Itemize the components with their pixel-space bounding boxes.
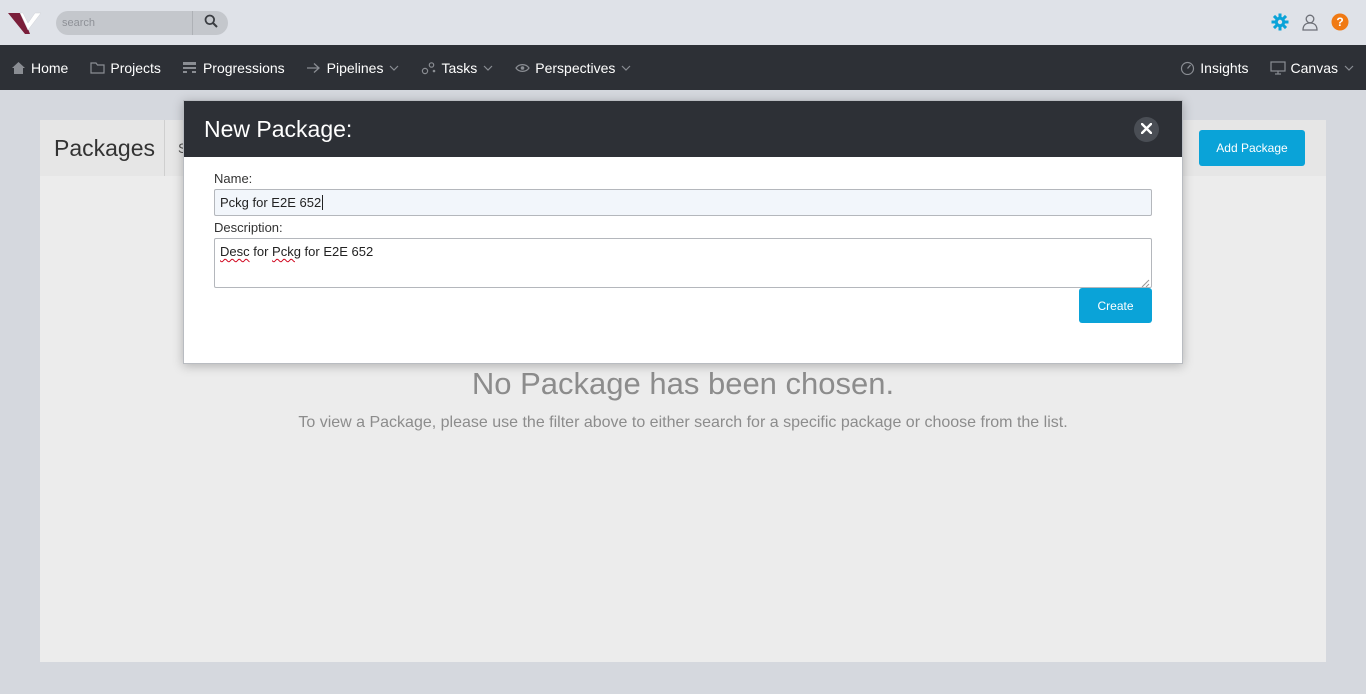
nav-tasks[interactable]: Tasks: [420, 45, 514, 90]
description-text: for E2E 652: [300, 244, 374, 259]
search-button[interactable]: [192, 11, 228, 35]
nav-perspectives-label: Perspectives: [535, 59, 616, 76]
name-label: Name:: [214, 171, 253, 186]
misspelled-word: Desc: [220, 244, 250, 259]
name-field-value: Pckg for E2E 652: [220, 195, 322, 210]
empty-state-description: To view a Package, please use the filter…: [298, 414, 1068, 431]
add-package-button[interactable]: Add Package: [1199, 130, 1305, 166]
main-nav: Home Projects Progressions Pipelines Tas…: [0, 45, 1366, 90]
search-input[interactable]: [56, 11, 192, 35]
empty-state-title: No Package has been chosen.: [471, 366, 895, 401]
nav-progressions-label: Progressions: [202, 59, 285, 76]
dialog-title: New Package:: [204, 116, 353, 142]
nav-tasks-label: Tasks: [441, 59, 478, 76]
chevron-down-icon: [1344, 63, 1354, 73]
create-button[interactable]: Create: [1079, 288, 1152, 323]
nav-canvas[interactable]: Canvas: [1249, 45, 1354, 90]
resize-handle-icon[interactable]: [1140, 276, 1150, 288]
top-bar: ?: [0, 0, 1366, 45]
close-button[interactable]: [1134, 117, 1159, 142]
description-text: for: [249, 244, 273, 259]
description-field[interactable]: Desc for Pckg for E2E 652: [214, 238, 1152, 288]
monitor-icon: [1269, 60, 1286, 76]
chevron-down-icon: [483, 63, 493, 73]
tasks-icon: [420, 60, 436, 76]
chevron-down-icon: [621, 63, 631, 73]
description-label: Description:: [214, 220, 283, 235]
new-package-dialog: New Package: Name: Pckg for E2E 652 Desc…: [183, 100, 1183, 364]
nav-home[interactable]: Home: [10, 45, 89, 90]
user-icon[interactable]: [1300, 12, 1320, 32]
arrow-right-icon: [306, 60, 322, 76]
nav-pipelines-label: Pipelines: [326, 59, 384, 76]
page-title: Packages: [54, 135, 156, 161]
header-divider: [164, 120, 165, 176]
text-caret: [322, 195, 324, 210]
misspelled-word: Pckg: [272, 244, 301, 259]
eye-icon: [514, 60, 530, 76]
progressions-icon: [182, 60, 198, 76]
nav-progressions[interactable]: Progressions: [182, 45, 306, 90]
settings-gear-icon[interactable]: [1270, 12, 1290, 32]
nav-home-label: Home: [31, 59, 69, 76]
search-box: [56, 11, 228, 35]
dialog-header: New Package:: [184, 101, 1182, 157]
nav-perspectives[interactable]: Perspectives: [514, 45, 652, 90]
help-icon[interactable]: ?: [1330, 12, 1350, 32]
nav-projects[interactable]: Projects: [89, 45, 182, 90]
app-logo[interactable]: [8, 10, 42, 36]
svg-text:?: ?: [1336, 15, 1343, 29]
gauge-icon: [1179, 60, 1195, 76]
nav-insights-label: Insights: [1200, 59, 1249, 76]
close-icon: [1140, 121, 1153, 139]
folder-icon: [89, 60, 105, 76]
chevron-down-icon: [389, 63, 399, 73]
nav-canvas-label: Canvas: [1290, 59, 1338, 76]
nav-projects-label: Projects: [110, 59, 161, 76]
home-icon: [10, 60, 26, 76]
search-icon: [204, 14, 218, 33]
name-field[interactable]: Pckg for E2E 652: [214, 189, 1152, 216]
nav-insights[interactable]: Insights: [1158, 45, 1249, 90]
nav-pipelines[interactable]: Pipelines: [306, 45, 421, 90]
